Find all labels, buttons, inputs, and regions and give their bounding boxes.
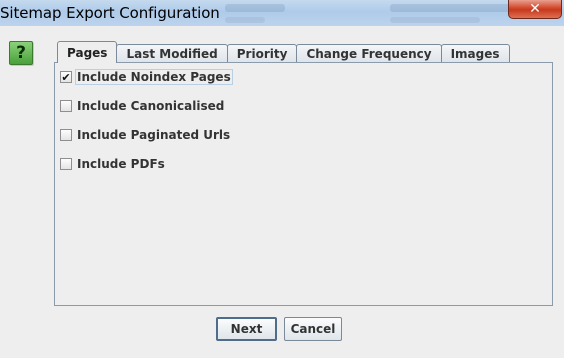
cancel-button[interactable]: Cancel [284, 317, 342, 341]
dialog-body: ? Pages Last Modified Priority Change Fr… [0, 26, 564, 358]
tab-change-frequency[interactable]: Change Frequency [296, 44, 442, 63]
checkbox-box[interactable] [60, 100, 72, 112]
window-title: Sitemap Export Configuration [0, 4, 220, 22]
title-bar[interactable]: Sitemap Export Configuration ✕ [0, 0, 564, 26]
tab-last-modified[interactable]: Last Modified [116, 44, 228, 63]
checkbox-label: Include Noindex Pages [75, 69, 233, 85]
checkbox-box[interactable] [60, 129, 72, 141]
background-blur [390, 17, 480, 23]
tab-pages[interactable]: Pages [57, 41, 118, 63]
help-icon: ? [16, 42, 26, 63]
tab-strip: Pages Last Modified Priority Change Freq… [57, 41, 510, 63]
include-canonicalised-checkbox[interactable]: Include Canonicalised [60, 98, 225, 114]
checkbox-label: Include PDFs [77, 157, 165, 171]
background-blur [225, 17, 265, 23]
tab-priority[interactable]: Priority [226, 44, 298, 63]
next-button[interactable]: Next [216, 317, 277, 341]
checkbox-label: Include Paginated Urls [77, 128, 231, 142]
checkbox-label: Include Canonicalised [77, 99, 225, 113]
background-blur [225, 4, 285, 12]
include-pdfs-checkbox[interactable]: Include PDFs [60, 156, 166, 172]
tab-images[interactable]: Images [440, 44, 510, 63]
include-noindex-pages-checkbox[interactable]: ✔ Include Noindex Pages [60, 69, 233, 85]
pages-tab-panel: ✔ Include Noindex Pages Include Canonica… [54, 62, 553, 306]
help-button[interactable]: ? [9, 41, 33, 65]
include-paginated-urls-checkbox[interactable]: Include Paginated Urls [60, 127, 231, 143]
close-icon: ✕ [529, 1, 541, 17]
background-blur [390, 4, 510, 12]
checkbox-box[interactable] [60, 158, 72, 170]
checkbox-box[interactable]: ✔ [60, 71, 72, 83]
close-button[interactable]: ✕ [508, 0, 562, 19]
